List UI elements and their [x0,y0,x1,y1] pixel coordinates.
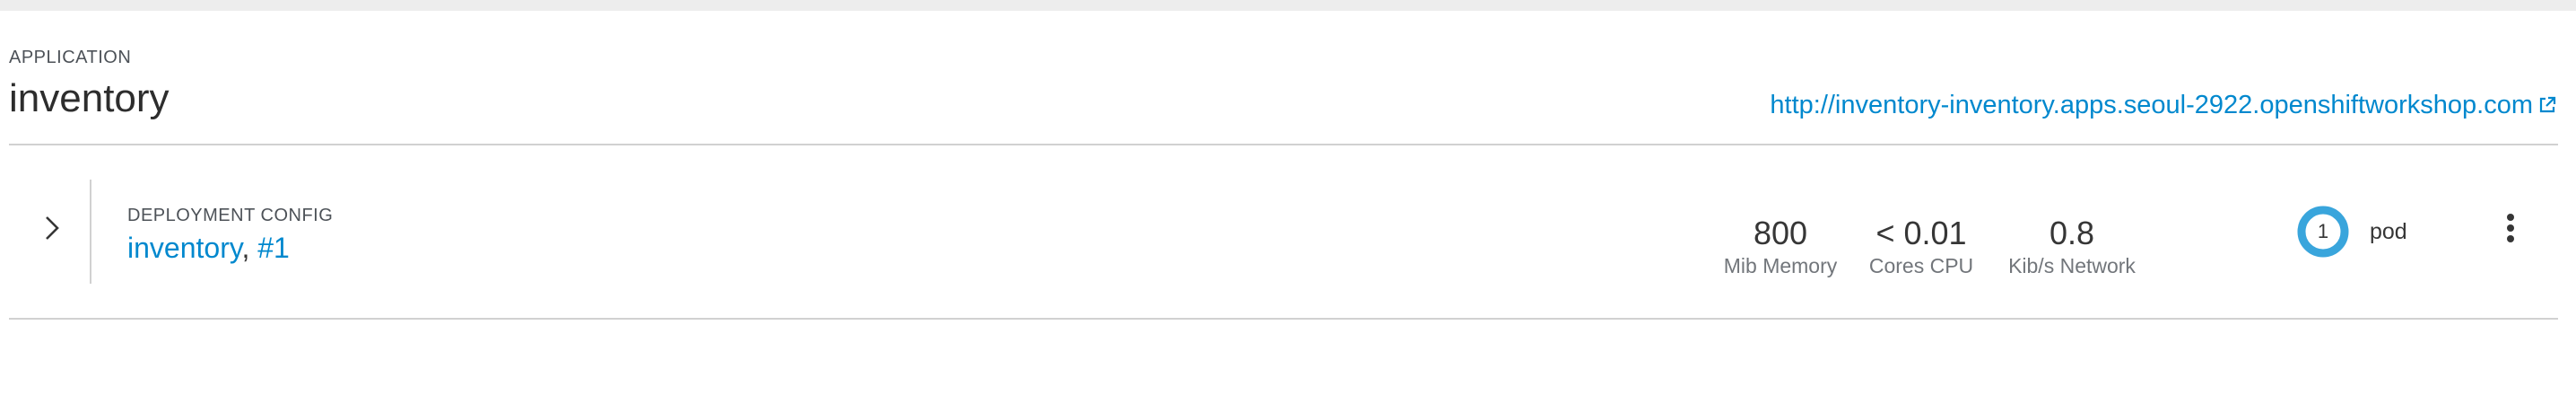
row-bottom-divider [9,318,2558,320]
network-label: Kib/s Network [2008,254,2136,277]
deployment-kind-label: DEPLOYMENT CONFIG [127,206,334,225]
pod-count: 1 [2317,220,2329,242]
deployment-revision-link[interactable]: #1 [257,232,290,264]
network-metric: 0.8 Kib/s Network [2008,214,2136,278]
expand-row-button[interactable] [38,212,66,248]
application-route-link[interactable]: http://inventory-inventory.apps.seoul-29… [1770,88,2556,122]
network-value: 0.8 [2049,215,2095,251]
actions-menu-button[interactable] [2497,210,2524,250]
pod-label: pod [2370,219,2407,244]
chevron-right-icon [44,215,60,245]
external-link-icon [2538,96,2556,114]
header-divider [9,144,2558,145]
top-strip [0,0,2576,11]
deployment-config-block: DEPLOYMENT CONFIG inventory, #1 [127,205,333,266]
application-kind-label: APPLICATION [9,48,132,67]
application-name: inventory [9,76,170,120]
memory-metric: 800 Mib Memory [1724,214,1838,278]
cpu-label: Cores CPU [1868,254,1974,277]
cpu-metric: < 0.01 Cores CPU [1869,214,1973,278]
deployment-name-link[interactable]: inventory [127,232,241,264]
kebab-menu-icon [2506,213,2515,248]
deployment-separator: , [241,232,250,264]
memory-label: Mib Memory [1723,254,1838,277]
route-url[interactable]: http://inventory-inventory.apps.seoul-29… [1770,88,2533,122]
cpu-value: < 0.01 [1875,215,1967,251]
application-header: APPLICATION inventory [9,47,170,124]
row-separator [90,180,91,284]
memory-value: 800 [1753,215,1808,251]
deployment-title: inventory, #1 [127,230,333,266]
